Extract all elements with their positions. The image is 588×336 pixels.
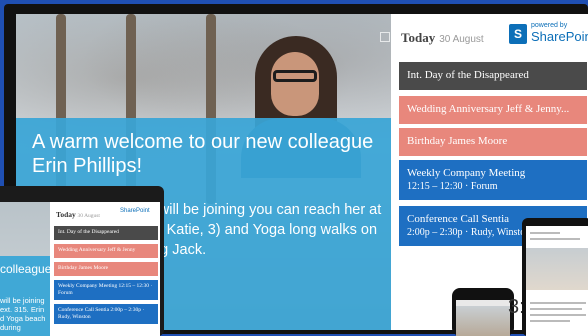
phone-screen <box>456 300 510 336</box>
date-header: Today 30 August <box>401 30 484 46</box>
laptop-display: colleague will be joining ext. 315. Erin… <box>0 186 164 336</box>
laptop-agenda-panel: Today 30 August SharePoint Int. Day of t… <box>52 202 160 336</box>
laptop-day-label: Today <box>56 210 76 219</box>
laptop-event-item[interactable]: Int. Day of the Disappeared <box>54 226 158 240</box>
event-title: Wedding Anniversary Jeff & Jenny... <box>407 103 570 115</box>
laptop-event-item[interactable]: Birthday James Moore <box>54 262 158 276</box>
laptop-screen: colleague will be joining ext. 315. Erin… <box>0 202 160 336</box>
phone-display <box>452 288 514 336</box>
event-item[interactable]: Int. Day of the Disappeared <box>399 62 587 90</box>
laptop-date-label: 30 August <box>77 213 100 219</box>
tablet-screen <box>526 226 588 336</box>
expand-icon <box>380 32 390 42</box>
phone-photo <box>456 306 510 336</box>
event-subtitle: 12:15 – 12:30 · Forum <box>407 181 498 192</box>
day-label: Today <box>401 30 436 45</box>
laptop-event-item[interactable]: Weekly Company Meeting 12:15 – 12:30 · F… <box>54 280 158 300</box>
event-item[interactable]: Birthday James Moore <box>399 128 587 156</box>
laptop-event-item[interactable]: Wedding Anniversary Jeff & Jenny <box>54 244 158 258</box>
event-item[interactable]: Weekly Company Meeting 12:15 – 12:30 · F… <box>399 160 587 200</box>
tablet-photo <box>526 248 588 290</box>
brand-name: SharePoint <box>531 29 588 44</box>
laptop-welcome-title: colleague <box>0 262 52 276</box>
sharepoint-logo: S powered by SharePoint <box>509 22 588 48</box>
tablet-display <box>522 218 588 336</box>
event-title: Birthday James Moore <box>407 135 508 147</box>
event-title: Int. Day of the Disappeared <box>407 69 529 81</box>
laptop-date-header: Today 30 August <box>56 210 100 219</box>
event-item[interactable]: Wedding Anniversary Jeff & Jenny... <box>399 96 587 124</box>
event-title: Weekly Company Meeting <box>407 167 526 179</box>
laptop-welcome-body: will be joining ext. 315. Erin d Yoga be… <box>0 296 46 332</box>
laptop-event-item[interactable]: Conference Call Sentia 2:00p – 2:30p · R… <box>54 304 158 324</box>
date-label: 30 August <box>439 34 484 45</box>
laptop-sharepoint-logo: SharePoint <box>120 208 150 214</box>
powered-by-label: powered by <box>531 22 568 29</box>
welcome-title: A warm welcome to our new colleague Erin… <box>32 131 374 177</box>
sharepoint-icon: S <box>509 24 527 44</box>
